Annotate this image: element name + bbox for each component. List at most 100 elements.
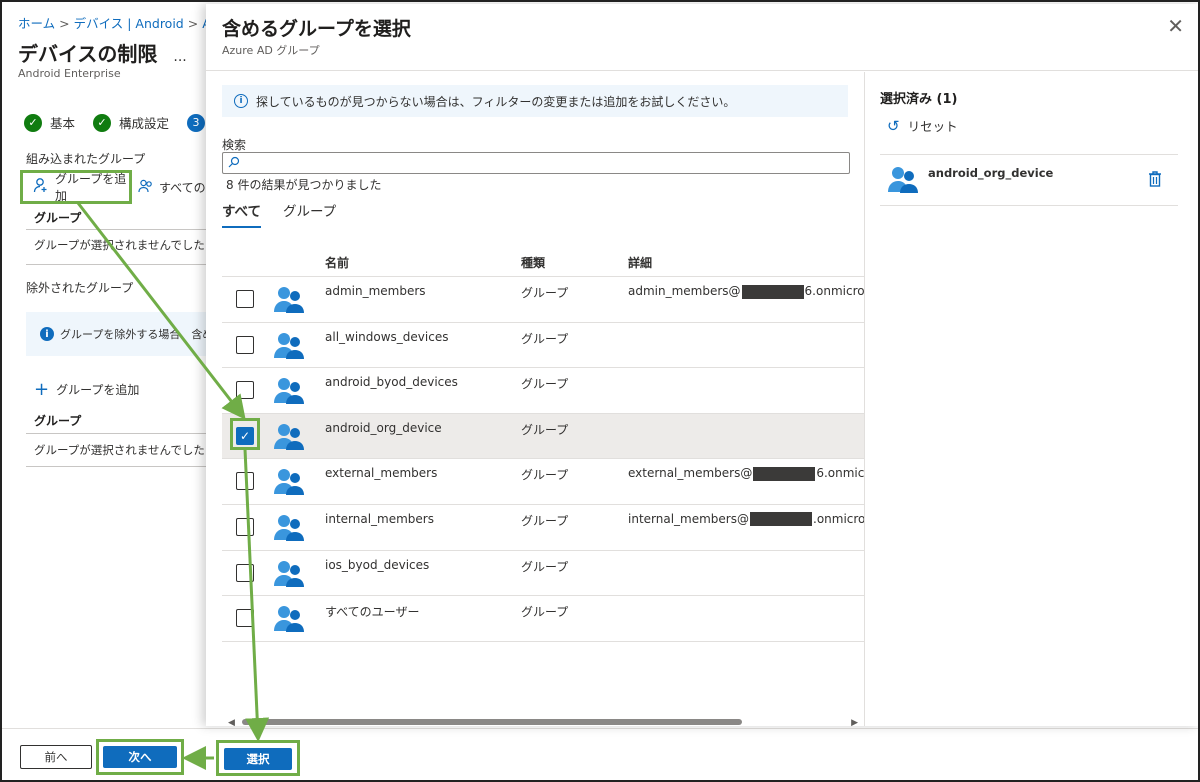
screenshot-frame: ホーム>デバイス | Android>An デバイスの制限... Android… xyxy=(0,0,1200,782)
tab-all[interactable]: すべて xyxy=(222,200,262,228)
table-row[interactable]: android_byod_devices グループ xyxy=(222,367,864,413)
divider xyxy=(26,264,206,265)
table-row[interactable]: all_windows_devices グループ xyxy=(222,321,864,368)
trash-icon[interactable] xyxy=(1146,169,1164,189)
table-header: 名前 種類 詳細 xyxy=(222,244,864,276)
row-checkbox[interactable] xyxy=(236,381,254,400)
panel-title: 含めるグループを選択 xyxy=(222,18,411,40)
group-avatar-icon xyxy=(274,331,304,359)
redacted-block xyxy=(750,512,812,527)
table-row[interactable]: admin_members グループ admin_members@ 6.onmicro… xyxy=(222,276,864,322)
add-group-label: グループを追加 xyxy=(56,383,140,397)
row-detail-suffix: 6.onmicrosoft.c xyxy=(804,284,864,298)
step-config[interactable]: ✓ 構成設定 xyxy=(93,113,169,132)
group-avatar-icon xyxy=(274,559,304,587)
redacted-block xyxy=(741,284,804,299)
chevron-right-icon: > xyxy=(187,16,199,31)
row-detail: internal_members@ .onmicrosoft. xyxy=(628,512,864,527)
excluded-groups-label: 除外されたグループ xyxy=(26,281,134,295)
info-icon: i xyxy=(40,327,54,341)
notice-text: 探しているものが見つからない場合は、フィルターの変更または追加をお試しください。 xyxy=(256,94,736,109)
close-icon[interactable]: ✕ xyxy=(1167,14,1184,38)
select-button[interactable]: 選択 xyxy=(224,748,292,770)
row-type: グループ xyxy=(521,513,569,528)
excluded-group-column-header: グループ xyxy=(34,414,82,428)
selected-item-name: android_org_device xyxy=(928,166,1054,180)
previous-button[interactable]: 前へ xyxy=(20,745,92,769)
table-row[interactable]: external_members グループ external_members@ 6.o… xyxy=(222,458,864,504)
row-checkbox[interactable] xyxy=(236,563,254,582)
step-assignments[interactable]: 3 xyxy=(187,113,206,132)
step-label: 基本 xyxy=(50,116,76,131)
next-button-highlight: 次へ xyxy=(96,739,184,775)
row-checkbox[interactable] xyxy=(236,472,254,491)
reset-button[interactable]: ↺ リセット xyxy=(887,116,958,135)
row-checkbox[interactable] xyxy=(236,290,254,308)
row-name: external_members xyxy=(325,466,438,481)
group-avatar-icon xyxy=(274,604,304,633)
groups-table: 名前 種類 詳細 admin_members グループ admin_members@… xyxy=(222,244,864,642)
row-type: グループ xyxy=(521,605,569,620)
check-circle-icon: ✓ xyxy=(93,113,112,132)
row-checkbox[interactable] xyxy=(236,609,254,628)
scroll-left-icon[interactable]: ◀ xyxy=(228,718,235,728)
table-row[interactable]: internal_members グループ internal_members@ .on… xyxy=(222,503,864,550)
breadcrumb: ホーム>デバイス | Android>An xyxy=(18,13,219,32)
row-name: internal_members xyxy=(325,511,434,526)
select-button-highlight: 選択 xyxy=(216,740,300,776)
undo-icon: ↺ xyxy=(887,116,900,135)
row-detail-suffix: 6.onmicrosoft xyxy=(816,466,864,481)
column-header-detail[interactable]: 詳細 xyxy=(628,254,652,271)
more-options-icon[interactable]: ... xyxy=(173,49,186,65)
group-avatar-icon xyxy=(274,513,304,541)
column-header-type[interactable]: 種類 xyxy=(521,254,545,271)
tab-groups[interactable]: グループ xyxy=(283,200,336,228)
breadcrumb-home[interactable]: ホーム xyxy=(18,16,55,31)
search-input[interactable] xyxy=(222,152,850,174)
row-detail: external_members@ 6.onmicrosoft xyxy=(628,466,864,481)
search-label: 検索 xyxy=(222,138,247,152)
chevron-right-icon: > xyxy=(59,16,70,31)
step-label: 構成設定 xyxy=(119,116,170,131)
selected-header: 選択済み (1) xyxy=(880,92,958,107)
info-icon: i xyxy=(234,94,248,108)
add-excluded-group-button[interactable]: + グループを追加 xyxy=(34,378,140,400)
plus-icon: + xyxy=(34,378,50,400)
checkbox-highlight xyxy=(230,417,260,450)
add-person-icon xyxy=(33,177,49,197)
column-header-name[interactable]: 名前 xyxy=(325,254,349,271)
scrollbar-thumb[interactable] xyxy=(242,719,742,725)
row-checkbox[interactable] xyxy=(236,335,254,354)
row-type: グループ xyxy=(521,377,569,392)
step-basics[interactable]: ✓ 基本 xyxy=(24,113,75,132)
breadcrumb-devices[interactable]: デバイス | Android xyxy=(74,16,184,31)
add-included-group-button[interactable]: グループを追加 xyxy=(20,170,132,204)
table-row[interactable]: すべてのユーザー グループ xyxy=(222,595,864,641)
pane-divider xyxy=(864,72,865,726)
page-subtitle: Android Enterprise xyxy=(18,67,121,80)
divider xyxy=(26,466,206,467)
row-checkbox[interactable] xyxy=(236,517,254,536)
exclude-info-text: グループを除外する場合、含めるグ xyxy=(60,328,206,341)
row-type: グループ xyxy=(521,286,569,300)
filter-tabs: すべて グループ xyxy=(222,200,336,228)
scroll-right-icon[interactable]: ▶ xyxy=(851,718,858,728)
row-detail-prefix: external_members@ xyxy=(628,466,753,481)
included-group-column-header: グループ xyxy=(34,211,82,225)
row-name: ios_byod_devices xyxy=(325,557,430,572)
horizontal-scrollbar[interactable]: ◀ ▶ xyxy=(228,718,858,728)
device-restriction-blade: ホーム>デバイス | Android>An デバイスの制限... Android… xyxy=(2,2,219,780)
group-avatar-icon xyxy=(274,376,304,405)
table-row[interactable]: ✓ android_org_device グループ xyxy=(222,412,864,459)
people-icon xyxy=(138,178,154,197)
row-name: admin_members xyxy=(325,284,426,298)
next-button[interactable]: 次へ xyxy=(103,746,177,768)
group-avatar-icon xyxy=(888,165,918,193)
panel-subtitle: Azure AD グループ xyxy=(222,44,320,57)
included-groups-label: 組み込まれたグループ xyxy=(26,152,146,166)
table-row[interactable]: ios_byod_devices グループ xyxy=(222,549,864,596)
included-empty-text: グループが選択されませんでした xyxy=(34,238,205,252)
divider xyxy=(206,70,1198,71)
redacted-block xyxy=(753,466,816,481)
search-icon xyxy=(228,156,240,171)
